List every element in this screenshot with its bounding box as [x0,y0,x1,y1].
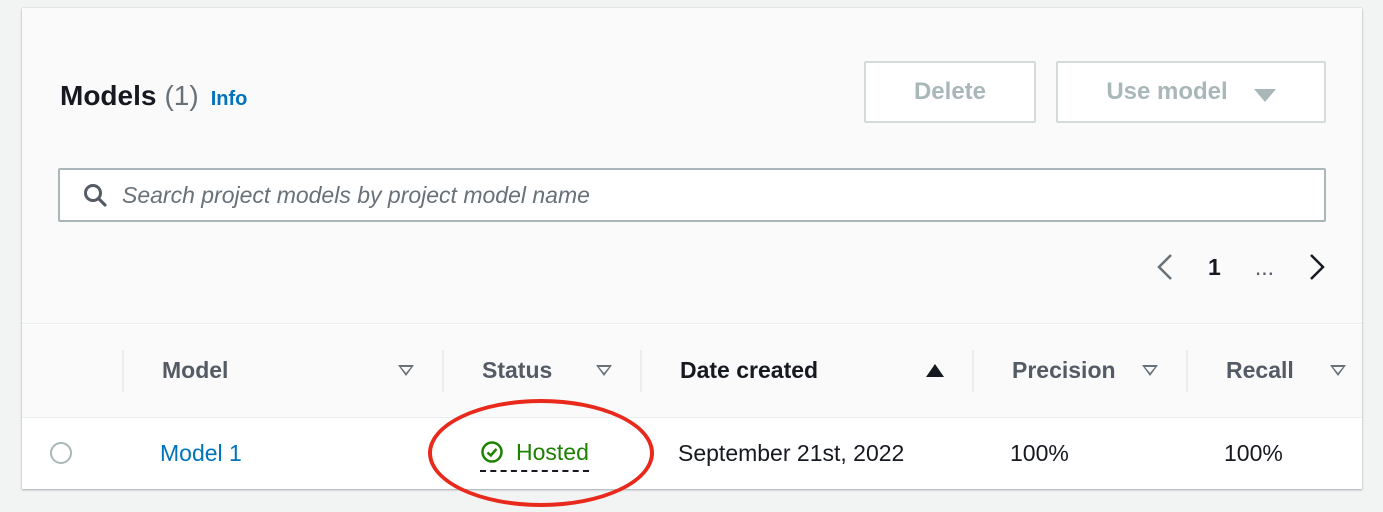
pagination-ellipsis: ... [1254,253,1274,280]
column-header-label: Model [162,357,229,384]
column-header-status[interactable]: Status [442,325,640,418]
table-row[interactable]: Model 1 Hosted September 21st, 2022 100%… [22,417,1362,489]
column-header-model[interactable]: Model [122,325,442,418]
column-header-date-created[interactable]: Date created [640,325,972,418]
sort-ascending-icon [926,364,944,378]
page-number-1[interactable]: 1 [1208,254,1221,281]
pagination: 1 ... [1156,252,1326,282]
title-text: Models [60,80,157,111]
delete-button-label: Delete [913,78,987,105]
status-text: Hosted [516,438,589,465]
chevron-left-icon[interactable] [1156,252,1174,282]
table-header-row: Model Status Date created Precision Reca… [22,325,1362,418]
sort-icon [1142,365,1158,377]
row-select-cell [22,417,122,489]
row-radio-button[interactable] [50,442,72,465]
search-icon [84,184,107,207]
date-created-cell: September 21st, 2022 [678,439,905,466]
use-model-button-label: Use model [1106,78,1228,105]
models-panel: Models (1) Info Delete Use model 1 ... [22,8,1362,489]
use-model-button[interactable]: Use model [1056,61,1326,123]
model-link[interactable]: Model 1 [160,440,242,466]
column-header-recall[interactable]: Recall [1186,325,1362,418]
sort-icon [596,365,612,377]
search-box[interactable] [58,168,1326,222]
sort-icon [1330,365,1346,377]
models-table: Model Status Date created Precision Reca… [22,325,1362,489]
column-header-label: Recall [1226,357,1294,384]
model-count: (1) [164,80,199,111]
page-title: Models (1) Info [60,80,247,112]
status-cell: Hosted [442,417,640,489]
recall-cell: 100% [1224,439,1283,466]
panel-header: Models (1) Info Delete Use model 1 ... [22,8,1362,324]
select-column-header [22,325,122,418]
caret-down-icon [1253,88,1276,102]
check-circle-icon [481,441,503,463]
status-badge[interactable]: Hosted [480,439,589,472]
column-header-label: Precision [1012,357,1116,384]
info-link[interactable]: Info [211,88,248,111]
column-header-label: Status [482,357,553,384]
delete-button[interactable]: Delete [864,61,1036,123]
chevron-right-icon[interactable] [1308,252,1326,282]
search-input[interactable] [122,181,1302,209]
sort-icon [398,365,414,377]
column-header-label: Date created [680,357,819,384]
column-header-precision[interactable]: Precision [972,325,1186,418]
model-cell: Model 1 [122,417,442,489]
precision-cell: 100% [1010,439,1069,466]
